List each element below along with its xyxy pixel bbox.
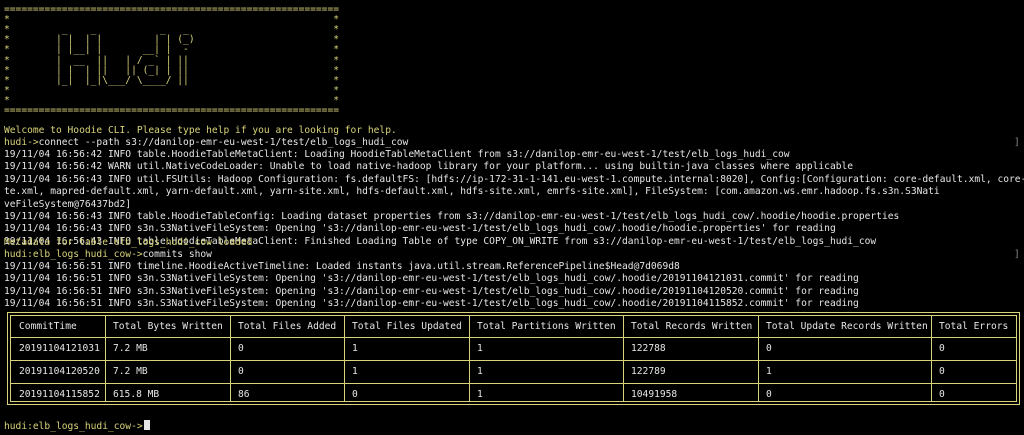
table-column-divider <box>105 316 106 401</box>
table-cell: 0 <box>766 343 772 354</box>
prompt-connect: hudi->connect --path s3://danilop-emr-eu… <box>4 137 408 148</box>
metadata-loaded-message: Metadata for table elb_logs_hudi_cow loa… <box>4 237 253 248</box>
terminal-window[interactable]: ========================================… <box>0 0 1024 435</box>
table-column-divider <box>931 316 932 401</box>
table-cell: 122789 <box>631 366 666 377</box>
prompt-commits-show: hudi:elb_logs_hudi_cow->commits show <box>4 249 212 260</box>
table-cell: 20191104115852 <box>19 389 100 400</box>
line-end-marker: ] <box>1014 137 1020 148</box>
log-line: 19/11/04 16:56:51 INFO s3n.S3NativeFileS… <box>4 298 859 310</box>
table-cell: 20191104120520 <box>19 366 100 377</box>
prompt-prefix: hudi:elb_logs_hudi_cow-> <box>4 421 143 432</box>
table-cell: 615.8 MB <box>113 389 160 400</box>
log-line: 19/11/04 16:56:43 INFO s3n.S3NativeFileS… <box>4 223 836 235</box>
prompt-prefix: hudi:elb_logs_hudi_cow-> <box>4 249 143 260</box>
table-cell: 122788 <box>631 343 666 354</box>
table-cell: 0 <box>939 366 945 377</box>
table-header-cell: CommitTime <box>19 321 77 332</box>
table-cell: 1 <box>352 343 358 354</box>
table-cell: 20191104121031 <box>19 343 100 354</box>
log-line: 19/11/04 16:56:51 INFO timeline.HoodieAc… <box>4 261 680 272</box>
log-line: veFileSystem@76437bd2] <box>4 198 132 210</box>
prompt-prefix: hudi-> <box>4 137 39 148</box>
text-cursor <box>143 420 150 430</box>
log-line: 19/11/04 16:56:43 INFO util.FSUtils: Had… <box>4 173 1024 185</box>
table-column-divider <box>469 316 470 401</box>
table-row-divider <box>11 360 1016 361</box>
log-line: 19/11/04 16:56:51 INFO s3n.S3NativeFileS… <box>4 273 859 285</box>
table-column-divider <box>758 316 759 401</box>
table-cell: 0 <box>939 389 945 400</box>
table-cell: 0 <box>939 343 945 354</box>
table-cell: 7.2 MB <box>113 343 148 354</box>
table-header-cell: Total Partitions Written <box>477 321 616 332</box>
table-cell: 86 <box>238 389 250 400</box>
table-cell: 10491958 <box>631 389 678 400</box>
table-cell: 0 <box>766 389 772 400</box>
table-header-cell: Total Bytes Written <box>113 321 223 332</box>
commits-table: CommitTime Total Bytes Written Total Files… <box>7 312 1020 405</box>
log-line: 19/11/04 16:56:42 WARN util.NativeCodeLo… <box>4 161 854 173</box>
table-column-divider <box>344 316 345 401</box>
line-end-marker: ] <box>1014 249 1020 260</box>
log-line: te.xml, mapred-default.xml, yarn-default… <box>4 186 940 198</box>
active-prompt[interactable]: hudi:elb_logs_hudi_cow-> <box>4 420 150 432</box>
table-cell: 1 <box>766 366 772 377</box>
table-cell: 0 <box>238 366 244 377</box>
table-column-divider <box>623 316 624 401</box>
table-header-cell: Total Records Written <box>631 321 753 332</box>
command-text: commits show <box>142 249 212 260</box>
table-cell: 1 <box>477 366 483 377</box>
table-cell: 0 <box>352 389 358 400</box>
table-row-divider <box>11 383 1016 384</box>
table-header-cell: Total Files Added <box>238 321 337 332</box>
log-line: 19/11/04 16:56:43 INFO table.HoodieTable… <box>4 211 900 222</box>
command-text: connect --path s3://danilop-emr-eu-west-… <box>38 137 409 148</box>
table-cell: 1 <box>477 389 483 400</box>
log-line: 19/11/04 16:56:51 INFO s3n.S3NativeFileS… <box>4 285 859 297</box>
table-row-divider <box>11 337 1016 338</box>
welcome-message: Welcome to Hoodie CLI. Please type help … <box>4 125 397 136</box>
table-cell: 7.2 MB <box>113 366 148 377</box>
table-header-cell: Total Files Updated <box>352 321 462 332</box>
table-cell: 1 <box>477 343 483 354</box>
table-cell: 0 <box>238 343 244 354</box>
table-header-cell: Total Errors <box>939 321 1009 332</box>
banner-line: ========================================… <box>4 105 340 116</box>
table-cell: 1 <box>352 366 358 377</box>
log-line: 19/11/04 16:56:42 INFO table.HoodieTable… <box>4 149 790 160</box>
table-column-divider <box>230 316 231 401</box>
table-header-cell: Total Update Records Written <box>766 321 928 332</box>
